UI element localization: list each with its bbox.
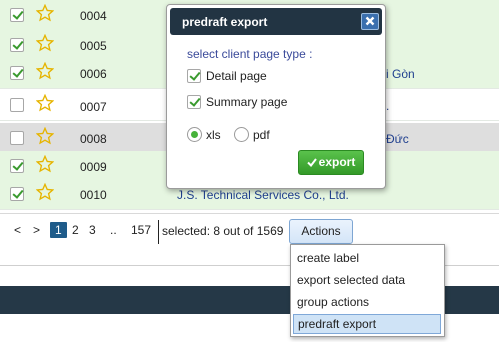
next-page-button[interactable]: > xyxy=(33,223,40,237)
row-checkbox[interactable] xyxy=(10,66,24,80)
row-checkbox[interactable] xyxy=(10,8,24,22)
pdf-radio[interactable] xyxy=(234,127,249,142)
client-page-type-label: select client page type : xyxy=(187,47,313,61)
export-button[interactable]: export xyxy=(298,150,364,175)
menu-item-group-actions[interactable]: group actions xyxy=(297,295,369,309)
row-code: 0007 xyxy=(80,100,107,114)
star-icon[interactable] xyxy=(36,34,54,52)
row-code: 0005 xyxy=(80,39,107,53)
star-icon[interactable] xyxy=(36,155,54,173)
checkmark-icon xyxy=(306,158,317,168)
xls-radio[interactable] xyxy=(187,127,202,142)
pager-divider xyxy=(158,220,159,244)
menu-item-export-selected-data[interactable]: export selected data xyxy=(297,273,405,287)
summary-page-label: Summary page xyxy=(206,95,288,109)
row-checkbox[interactable] xyxy=(10,38,24,52)
row-code: 0009 xyxy=(80,160,107,174)
export-button-label: export xyxy=(318,155,356,169)
dialog-title: predraft export xyxy=(182,15,268,29)
page-2-button[interactable]: 2 xyxy=(72,223,79,237)
row-client-name[interactable]: i Gòn xyxy=(386,67,415,81)
row-code: 0004 xyxy=(80,9,107,23)
star-icon[interactable] xyxy=(36,4,54,22)
row-code: 0006 xyxy=(80,67,107,81)
row-checkbox[interactable] xyxy=(10,159,24,173)
close-button[interactable] xyxy=(361,13,379,30)
row-code: 0010 xyxy=(80,188,107,202)
page-ellipsis: .. xyxy=(110,223,117,237)
summary-page-checkbox[interactable] xyxy=(187,95,201,109)
menu-item-predraft-export[interactable]: predraft export xyxy=(293,314,441,334)
row-checkbox[interactable] xyxy=(10,131,24,145)
selection-count: selected: 8 out of 1569 xyxy=(162,224,284,238)
row-client-name[interactable]: . xyxy=(386,99,389,113)
predraft-export-dialog: predraft export select client page type … xyxy=(166,4,386,189)
row-checkbox[interactable] xyxy=(10,98,24,112)
pdf-label: pdf xyxy=(253,128,270,142)
actions-menu: create label export selected data group … xyxy=(290,244,445,337)
page-1-button[interactable]: 1 xyxy=(50,222,67,238)
xls-label: xls xyxy=(206,128,221,142)
prev-page-button[interactable]: < xyxy=(14,223,21,237)
close-icon xyxy=(365,16,375,26)
row-checkbox[interactable] xyxy=(10,187,24,201)
row-code: 0008 xyxy=(80,132,107,146)
actions-button[interactable]: Actions xyxy=(289,219,353,244)
detail-page-label: Detail page xyxy=(206,69,267,83)
star-icon[interactable] xyxy=(36,127,54,145)
star-icon[interactable] xyxy=(36,62,54,80)
detail-page-checkbox[interactable] xyxy=(187,69,201,83)
star-icon[interactable] xyxy=(36,183,54,201)
row-client-name[interactable]: Đức xyxy=(386,132,409,146)
star-icon[interactable] xyxy=(36,94,54,112)
page-3-button[interactable]: 3 xyxy=(89,223,96,237)
last-page-button[interactable]: 157 xyxy=(131,223,151,237)
menu-item-create-label[interactable]: create label xyxy=(297,251,359,265)
dialog-header: predraft export xyxy=(170,8,382,35)
row-client-name[interactable]: J.S. Technical Services Co., Ltd. xyxy=(177,188,349,202)
